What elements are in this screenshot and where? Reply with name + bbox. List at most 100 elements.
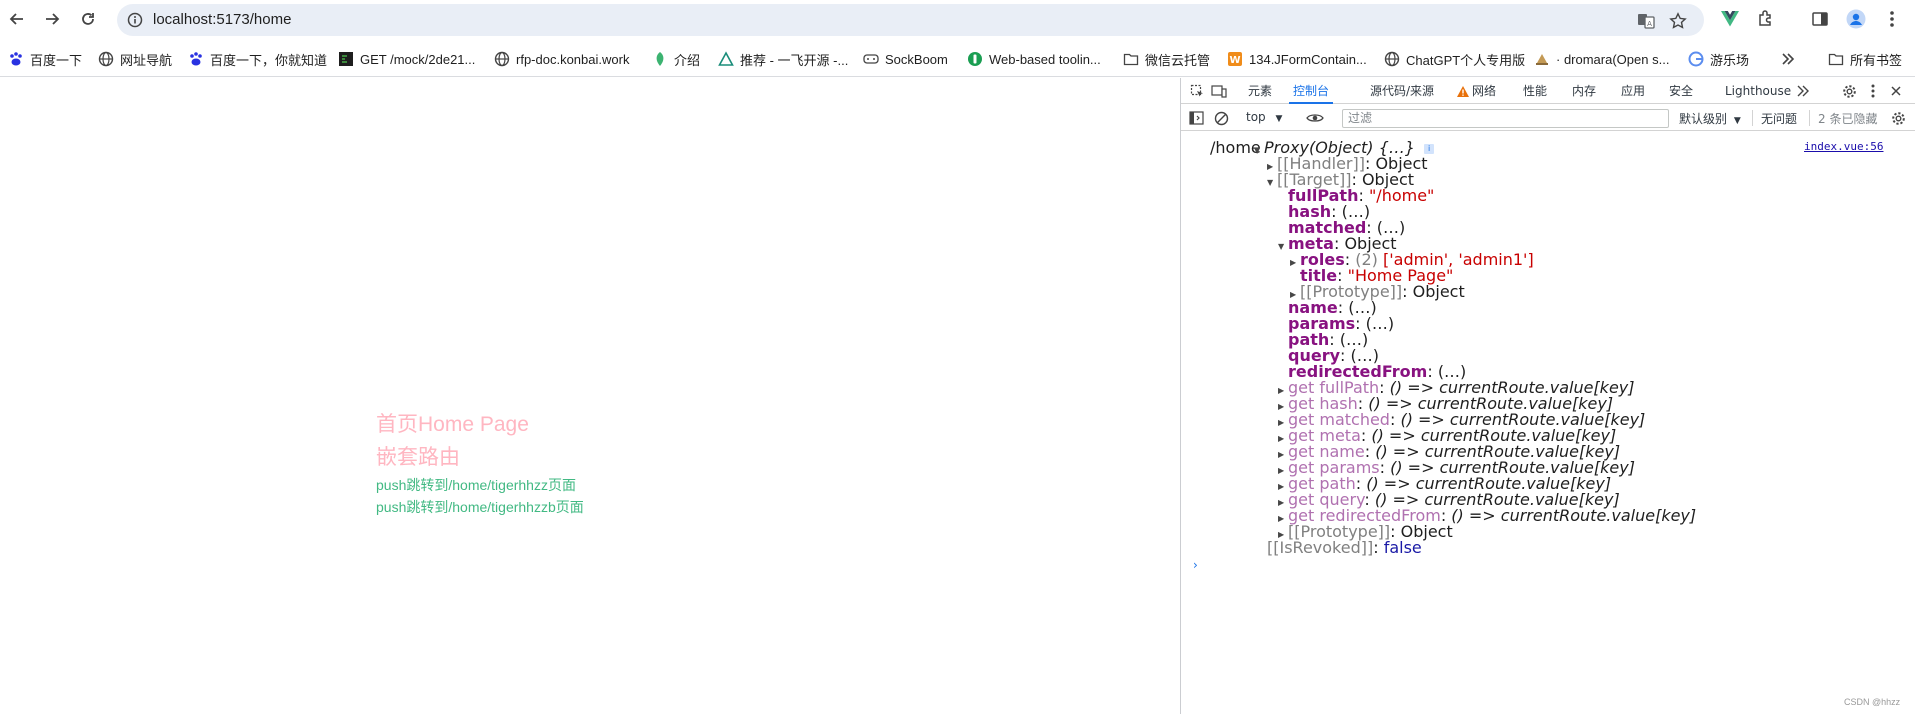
info-badge-icon: i (1424, 143, 1435, 154)
live-expression-eye-icon[interactable] (1305, 110, 1325, 126)
lazy-value[interactable]: (…) (1366, 314, 1394, 333)
clear-console-icon[interactable] (1213, 110, 1229, 126)
bookmark-item[interactable]: ChatGPT个人专用版 (1384, 49, 1525, 69)
context-selector[interactable]: top ▼ (1246, 110, 1282, 124)
bookmark-item[interactable]: · dromara(Open s... (1534, 49, 1669, 69)
tool-logo-icon (967, 51, 983, 67)
getter-row[interactable]: ▶ get meta: () => currentRoute.value[key] (1278, 428, 1616, 444)
bookmark-item[interactable]: rfp-doc.konbai.work (494, 49, 629, 69)
collapsed-arrow-icon: ▶ (1278, 434, 1285, 443)
bookmark-item[interactable]: 百度一下，你就知道 (188, 49, 327, 69)
tab-network[interactable]: 网络 (1472, 78, 1496, 104)
source-link[interactable]: index.vue:56 (1804, 140, 1883, 153)
bookmark-label: 百度一下，你就知道 (210, 52, 328, 68)
console-row[interactable]: ▶ [[Prototype]]: Object (1278, 524, 1453, 540)
bookmark-item[interactable]: Web-based toolin... (967, 49, 1101, 69)
getter-row[interactable]: ▶ get query: () => currentRoute.value[key… (1278, 492, 1620, 508)
profile-avatar[interactable] (1846, 9, 1866, 29)
bookmark-star-icon[interactable] (1669, 12, 1687, 30)
getter-row[interactable]: ▶ get matched: () => currentRoute.value[k… (1278, 412, 1645, 428)
getter-row[interactable]: ▶ get redirectedFrom: () => currentRoute.… (1278, 508, 1696, 524)
collapsed-arrow-icon: ▶ (1278, 386, 1285, 395)
more-tabs-icon[interactable] (1795, 83, 1811, 99)
bookmark-label: 微信云托管 (1145, 52, 1211, 68)
back-icon[interactable] (6, 8, 28, 30)
device-toolbar-icon[interactable] (1211, 83, 1227, 99)
console-filter-input[interactable]: 过滤 (1342, 109, 1669, 128)
triangle-logo-icon (718, 51, 734, 67)
console-row[interactable]: ▼ [[Target]]: Object (1267, 172, 1414, 188)
getter-row[interactable]: ▶ get fullPath: () => currentRoute.value[… (1278, 380, 1635, 396)
browser-menu-icon[interactable] (1882, 9, 1902, 29)
side-panel-icon[interactable] (1810, 9, 1830, 29)
console-settings-gear-icon[interactable] (1890, 110, 1906, 126)
extensions-icon[interactable] (1756, 9, 1776, 29)
console-row[interactable]: ▼ Proxy(Object) {…} i (1254, 140, 1435, 156)
log-level-dropdown[interactable]: 默认级别 ▼ (1679, 110, 1741, 127)
settings-gear-icon[interactable] (1841, 83, 1857, 99)
bookmark-item[interactable]: W 134.JFormContain... (1227, 49, 1367, 69)
push-tigerhhzz-link[interactable]: push跳转到/home/tigerhhzz页面 (376, 475, 576, 495)
svg-text:W: W (1229, 55, 1240, 66)
bookmark-label: 所有书签 (1850, 52, 1903, 68)
console-row[interactable]: hash: (…) (1288, 204, 1370, 220)
tab-console[interactable]: 控制台 (1289, 78, 1334, 104)
bookmark-item[interactable]: 介绍 (652, 49, 700, 69)
site-info-icon[interactable] (127, 12, 143, 28)
console-row[interactable]: ▼ meta: Object (1278, 236, 1397, 252)
console-row[interactable]: path: (…) (1288, 332, 1368, 348)
tab-memory[interactable]: 内存 (1572, 78, 1596, 104)
tab-application[interactable]: 应用 (1621, 78, 1645, 104)
bookmark-item[interactable]: 百度一下 (8, 49, 82, 69)
getter-row[interactable]: ▶ get params: () => currentRoute.value[ke… (1278, 460, 1635, 476)
bookmark-label: rfp-doc.konbai.work (516, 51, 630, 67)
console-row: title: "Home Page" (1300, 266, 1454, 285)
inspect-element-icon[interactable] (1189, 83, 1205, 99)
vue-devtools-icon[interactable] (1720, 9, 1740, 29)
tab-performance[interactable]: 性能 (1523, 78, 1547, 104)
sidebar-toggle-icon[interactable] (1188, 110, 1204, 126)
push-tigerhhzzb-link[interactable]: push跳转到/home/tigerhhzzb页面 (376, 497, 584, 517)
tab-elements[interactable]: 元素 (1248, 78, 1272, 104)
console-row: fullPath: "/home" (1288, 186, 1435, 205)
console-row[interactable]: query: (…) (1288, 348, 1379, 364)
devtools-menu-icon[interactable] (1865, 83, 1881, 99)
console-prompt-icon[interactable]: › (1193, 558, 1198, 572)
bookmarks-overflow-icon[interactable] (1781, 49, 1795, 69)
tab-sources[interactable]: 源代码/来源 (1370, 78, 1434, 104)
baidu-icon (8, 51, 24, 67)
collapsed-arrow-icon: ▶ (1290, 258, 1297, 267)
terminal-icon (338, 51, 354, 67)
address-bar[interactable]: localhost:5173/home A (117, 4, 1704, 36)
getter-row[interactable]: ▶ get hash: () => currentRoute.value[key] (1278, 396, 1613, 412)
folder-icon (1828, 51, 1844, 67)
console-row[interactable]: ▶ [[Prototype]]: Object (1290, 284, 1465, 300)
close-devtools-icon[interactable] (1888, 83, 1904, 99)
w3-logo-icon: W (1227, 51, 1243, 67)
console-row[interactable]: params: (…) (1288, 314, 1394, 333)
getter-row[interactable]: ▶ get path: () => currentRoute.value[key] (1278, 476, 1611, 492)
tab-lighthouse[interactable]: Lighthouse (1725, 78, 1791, 104)
console-row[interactable]: redirectedFrom: (…) (1288, 364, 1466, 380)
getter-row[interactable]: ▶ get name: () => currentRoute.value[key] (1278, 444, 1620, 460)
console-row[interactable]: ▶ roles: (2) ['admin', 'admin1'] (1290, 252, 1534, 268)
bookmark-item[interactable]: 游乐场 (1688, 49, 1749, 69)
prop-value: "/home" (1368, 186, 1435, 205)
issues-counter[interactable]: 无问题 (1761, 110, 1797, 127)
console-row[interactable]: matched: (…) (1288, 220, 1405, 236)
reload-icon[interactable] (77, 8, 99, 30)
tab-security[interactable]: 安全 (1669, 78, 1693, 104)
forward-icon[interactable] (41, 8, 63, 30)
bookmark-label: 游乐场 (1710, 52, 1750, 68)
bookmark-item[interactable]: 推荐 - 一飞开源 -... (718, 49, 848, 69)
all-bookmarks[interactable]: 所有书签 (1828, 49, 1902, 69)
translate-icon[interactable]: A (1637, 12, 1655, 30)
dropdown-caret-icon: ▼ (1733, 116, 1741, 126)
bookmark-item[interactable]: GET /mock/2de21... (338, 49, 475, 69)
bookmark-item[interactable]: SockBoom (863, 49, 948, 69)
console-row[interactable]: name: (…) (1288, 300, 1377, 316)
bookmark-item[interactable]: 微信云托管 (1123, 49, 1210, 69)
bookmark-item[interactable]: 网址导航 (98, 49, 172, 69)
url-text[interactable]: localhost:5173/home (153, 11, 291, 28)
console-row[interactable]: ▶ [[Handler]]: Object (1267, 156, 1428, 172)
